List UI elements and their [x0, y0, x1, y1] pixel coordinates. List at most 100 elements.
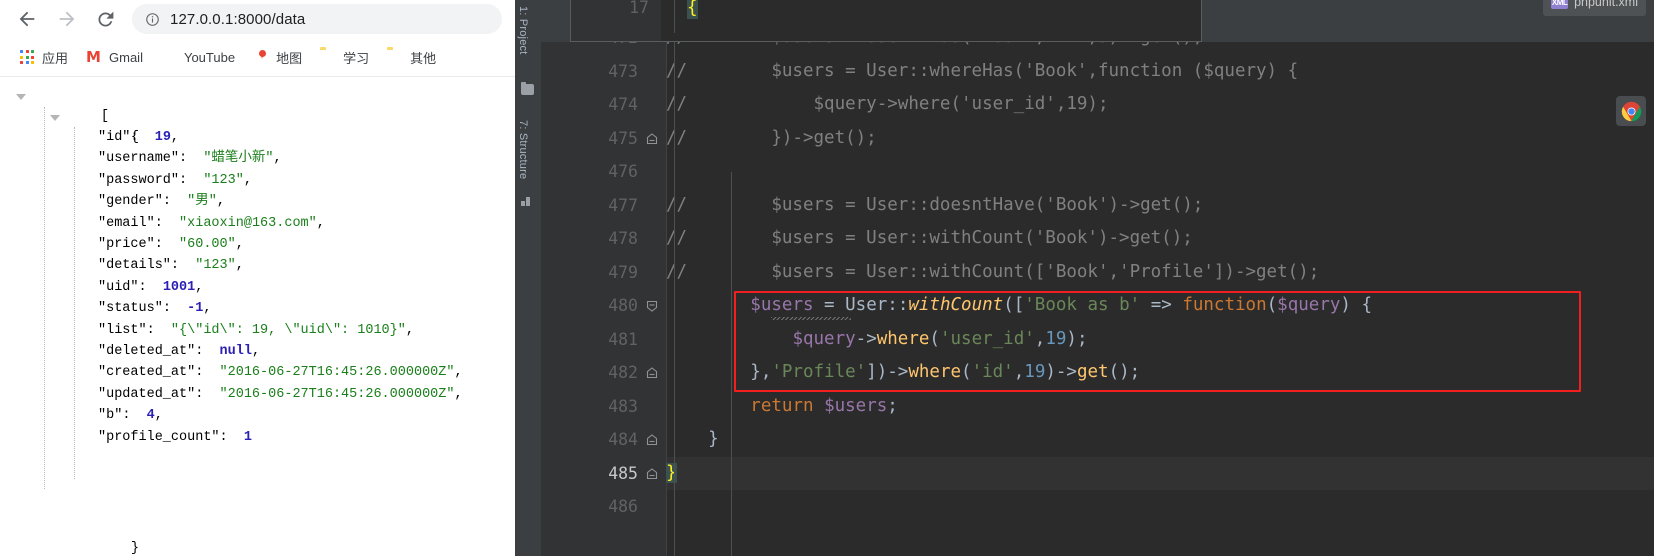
bookmark-youtube[interactable]: YouTube [155, 44, 241, 70]
code-fold-column[interactable] [638, 42, 667, 556]
code-line: // $query->where('user_id',19); [666, 88, 1109, 122]
json-separator: : [170, 258, 196, 274]
json-key: "b" [98, 408, 123, 424]
json-separator: : [138, 279, 163, 295]
popup-indent-guide [674, 0, 675, 33]
code-line: // $users = User::withCount('Book')->get… [666, 222, 1193, 256]
back-button[interactable] [12, 4, 42, 34]
info-circle-icon[interactable] [145, 12, 160, 27]
json-separator: : [154, 215, 180, 231]
json-key: "details" [98, 258, 171, 274]
line-number: 486 [608, 497, 638, 516]
code-line: // $users = User::withCount(['Book','Pro… [666, 256, 1319, 290]
code-token: 'id' [971, 362, 1014, 382]
address-bar[interactable]: 127.0.0.1:8000/data [132, 4, 502, 34]
fold-end-icon[interactable] [646, 132, 658, 145]
json-comma: , [195, 279, 204, 295]
line-number: 481 [608, 329, 638, 349]
json-comma: , [273, 151, 282, 167]
json-entry: "status": -1, [98, 298, 211, 319]
bookmark-label: 应用 [42, 50, 69, 66]
json-separator: : [179, 151, 204, 167]
json-value: "123" [195, 258, 236, 274]
matching-brace-popup: 17 { [570, 0, 1202, 42]
json-comma: , [154, 408, 163, 424]
json-key: "status" [98, 301, 163, 317]
json-comma: , [235, 237, 244, 252]
fold-end-icon[interactable] [646, 467, 658, 480]
fold-start-icon[interactable] [646, 300, 658, 312]
json-key: "updated_at" [98, 386, 196, 402]
json-value: 19 [154, 130, 171, 145]
json-key: "id" [98, 130, 131, 145]
folder-icon [320, 49, 336, 65]
code-token: 'user_id' [939, 328, 1035, 349]
code-content[interactable]: // $users = User::has('Book','>=',3)->ge… [666, 27, 1654, 556]
code-token: $query [792, 328, 856, 349]
xml-file-icon: XML [1551, 0, 1569, 9]
fold-end-icon[interactable] [646, 367, 658, 379]
project-folder-icon[interactable] [521, 82, 534, 95]
json-entry: "id": 19, [98, 127, 179, 148]
taskbar-chrome-button[interactable] [1616, 96, 1646, 126]
gmail-icon: M [86, 48, 101, 66]
structure-icon[interactable] [521, 196, 534, 207]
json-separator: : [130, 130, 155, 145]
json-response-viewer: [ { "id": 19, "username": "蜡笔小新", "passwor… [0, 77, 515, 556]
bookmark-label: 学习 [343, 50, 370, 66]
json-separator: : [162, 301, 188, 317]
code-token: withCount [908, 295, 1004, 315]
json-value: 1 [243, 429, 252, 445]
json-entry: "created_at": "2016-06-27T16:45:26.00000… [98, 362, 463, 383]
browser-toolbar: 127.0.0.1:8000/data [0, 0, 515, 38]
json-key: "gender" [98, 194, 163, 210]
json-key: "price" [98, 237, 155, 252]
code-editor[interactable]: 4724734744754764774784794804814824834844… [541, 27, 1654, 556]
line-number: 485 [608, 463, 638, 483]
forward-button[interactable] [52, 4, 82, 34]
code-token: }, [666, 362, 772, 382]
json-key: "email" [98, 215, 155, 231]
json-comma: , [235, 258, 244, 274]
json-separator: : [162, 194, 188, 210]
bookmark-gmail[interactable]: M Gmail [80, 44, 149, 70]
code-line: // })->get(); [666, 122, 877, 156]
code-token: // })->get(); [666, 127, 877, 148]
tab-phpunit-xml[interactable]: XML phpunit.xml [1543, 0, 1646, 16]
code-token: ([ [1003, 295, 1025, 315]
json-entry: "details": "123", [98, 255, 244, 276]
line-number: 475 [608, 128, 638, 148]
line-number: 478 [608, 229, 638, 248]
bookmark-apps[interactable]: 应用 [13, 44, 74, 70]
json-entry: "profile_count": 1 [98, 427, 252, 448]
json-key: "list" [98, 322, 147, 338]
code-token: , [1013, 362, 1025, 382]
reload-button[interactable] [90, 4, 120, 34]
json-entry: "password": "123", [98, 170, 252, 191]
json-comma: , [203, 301, 212, 317]
json-value: null [219, 344, 252, 359]
code-token: 19 [1045, 328, 1067, 349]
bookmark-maps[interactable]: 地图 [247, 44, 308, 70]
json-value: 4 [146, 408, 155, 424]
sidebar-item-project[interactable]: 1: Project [517, 6, 529, 54]
bookmark-folder-study[interactable]: 学习 [314, 44, 375, 70]
json-key: "created_at" [98, 365, 196, 381]
collapse-array-toggle[interactable] [16, 94, 26, 100]
line-number: 473 [608, 61, 638, 81]
fold-end-icon[interactable] [646, 434, 658, 446]
json-value: "123" [203, 172, 244, 188]
bookmark-folder-other[interactable]: 其他 [381, 44, 442, 70]
json-close-object: } [130, 541, 139, 556]
code-token: ; [887, 395, 898, 416]
code-token: => [1140, 295, 1183, 315]
bookmark-label: YouTube [183, 49, 236, 65]
bookmark-label: 其他 [410, 50, 437, 66]
folder-icon [387, 49, 403, 65]
arrow-left-icon [19, 11, 35, 27]
sidebar-item-structure[interactable]: 7: Structure [517, 120, 529, 179]
line-number: 479 [608, 262, 638, 282]
json-entry: "email": "xiaoxin@163.com", [98, 213, 325, 234]
